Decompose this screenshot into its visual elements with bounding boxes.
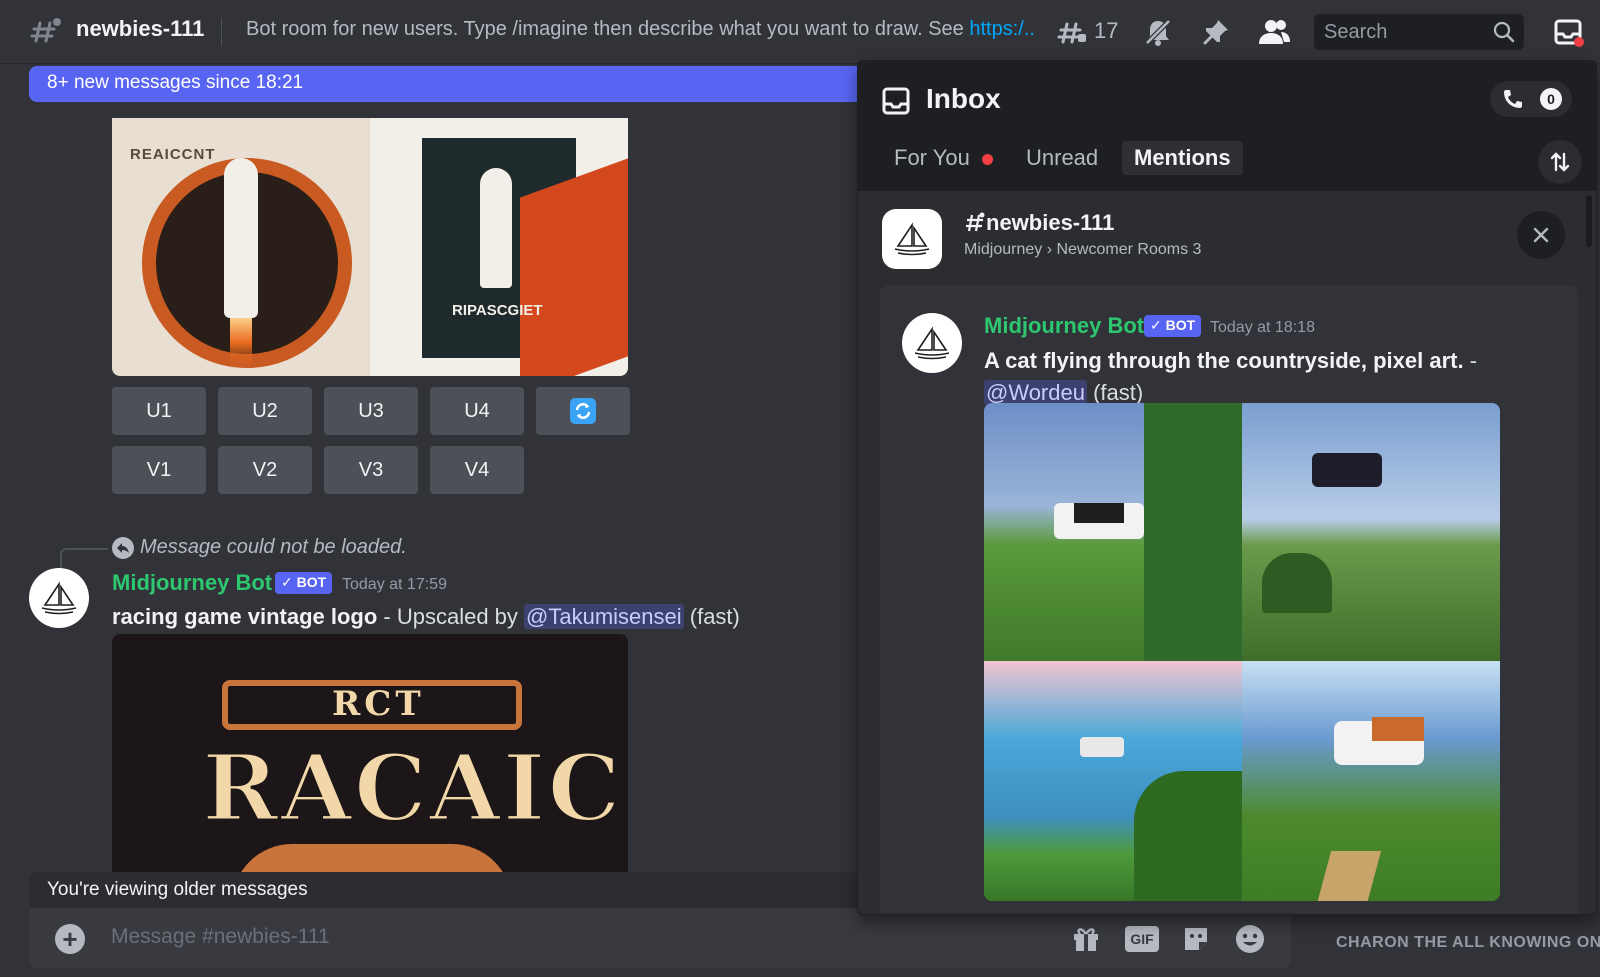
pixel-cat-grid-image[interactable] — [984, 403, 1500, 901]
sailboat-icon — [914, 326, 950, 360]
rocket-image-1: REAICCNT — [112, 118, 370, 376]
inbox-bot-badge: ✓ BOT — [1144, 315, 1202, 337]
topic-link[interactable]: https:/... — [969, 18, 1036, 40]
rocket-image-1-title: REAICCNT — [130, 146, 216, 163]
variation-2-button[interactable]: V2 — [218, 446, 312, 494]
inbox-header: Inbox 0 For You Unread Mentions — [858, 61, 1596, 191]
missed-calls-count: 0 — [1540, 88, 1562, 110]
notification-dot — [981, 153, 993, 165]
channel-topic-text: Bot room for new users. Type /imagine th… — [246, 18, 970, 40]
attach-plus-icon[interactable]: + — [55, 924, 85, 954]
variation-3-button[interactable]: V3 — [324, 446, 418, 494]
upscale-2-button[interactable]: U2 — [218, 387, 312, 435]
rocket-image-2: RIPASCGIET — [370, 118, 628, 376]
midjourney-bot-avatar[interactable] — [29, 568, 89, 628]
pin-icon[interactable] — [1198, 14, 1234, 50]
logo-main-text: RACAIC — [201, 733, 623, 844]
inbox-bot-avatar[interactable] — [902, 313, 962, 373]
muted-bell-icon[interactable] — [1140, 14, 1176, 50]
pixel-cat-image-4 — [1242, 661, 1500, 901]
inbox-message-author[interactable]: Midjourney Bot — [984, 313, 1144, 339]
logo-top-text: RCT — [332, 684, 425, 724]
inbox-popout: Inbox 0 For You Unread Mentions newbies-… — [857, 60, 1597, 915]
rocket-image-2-title: RIPASCGIET — [452, 302, 543, 319]
new-messages-banner[interactable]: 8+ new messages since 18:21 — [29, 66, 859, 102]
inbox-speed-text: (fast) — [1086, 380, 1144, 405]
channel-topic[interactable]: Bot room for new users. Type /imagine th… — [246, 18, 1036, 41]
message-composer[interactable]: + Message #newbies-111 GIF — [29, 908, 1291, 968]
gif-label: GIF — [1125, 926, 1159, 952]
tab-unread[interactable]: Unread — [1014, 141, 1110, 175]
inbox-scrollbar[interactable] — [1586, 195, 1592, 247]
search-icon — [1493, 21, 1515, 43]
inbox-message-timestamp: Today at 18:18 — [1210, 319, 1315, 336]
reply-icon — [112, 537, 134, 559]
header-divider — [221, 18, 222, 46]
tab-mentions[interactable]: Mentions — [1122, 141, 1243, 175]
reroll-button[interactable] — [536, 387, 630, 435]
gift-icon[interactable] — [1069, 922, 1103, 956]
thread-count: 17 — [1094, 18, 1119, 43]
member-role-header: CHARON THE ALL KNOWING ON — [1336, 934, 1600, 951]
inbox-channel-name[interactable]: newbies-111 — [964, 210, 1114, 236]
upscaled-by-text: - Upscaled by — [377, 604, 525, 629]
phone-icon — [1504, 90, 1522, 108]
inbox-dash: - — [1463, 348, 1478, 373]
upscale-3-button[interactable]: U3 — [324, 387, 418, 435]
bot-badge: ✓ BOT — [275, 572, 333, 594]
reply-connector — [60, 548, 108, 568]
older-messages-bar[interactable]: You're viewing older messages — [29, 872, 859, 908]
upscale-1-button[interactable]: U1 — [112, 387, 206, 435]
racing-logo-image[interactable]: RCT RACAIC — [112, 634, 628, 874]
message-content: racing game vintage logo - Upscaled by @… — [112, 604, 740, 630]
user-mention[interactable]: @Takumisensei — [524, 604, 684, 629]
inbox-channel-label: newbies-111 — [986, 210, 1115, 235]
sort-arrows-icon — [1550, 152, 1570, 172]
variation-4-button[interactable]: V4 — [430, 446, 524, 494]
inbox-icon[interactable] — [1550, 14, 1586, 50]
sticker-icon[interactable] — [1179, 922, 1213, 956]
tab-for-you-label: For You — [894, 145, 970, 170]
server-icon[interactable] — [882, 209, 942, 269]
composer-placeholder: Message #newbies-111 — [111, 925, 330, 948]
text-channel-hash-icon — [30, 18, 61, 43]
member-list-icon[interactable] — [1256, 14, 1292, 50]
refresh-icon — [570, 398, 596, 424]
channel-title: newbies-111 — [76, 16, 205, 41]
channel-header: newbies-111 Bot room for new users. Type… — [0, 0, 1600, 64]
prompt-text: racing game vintage logo — [112, 604, 378, 629]
inbox-title: Inbox — [926, 83, 1001, 114]
close-mention-button[interactable] — [1517, 211, 1565, 259]
sailboat-icon — [894, 222, 930, 256]
speed-text: (fast) — [683, 604, 740, 629]
inbox-message-content: A cat flying through the countryside, pi… — [984, 345, 1504, 409]
rocket-grid-image[interactable]: REAICCNT RIPASCGIET — [112, 118, 628, 376]
upscale-4-button[interactable]: U4 — [430, 387, 524, 435]
channel-hash-icon — [966, 212, 985, 232]
emoji-icon[interactable] — [1233, 922, 1267, 956]
variation-1-button[interactable]: V1 — [112, 446, 206, 494]
reply-notice[interactable]: Message could not be loaded. — [140, 536, 407, 559]
message-author[interactable]: Midjourney Bot — [112, 570, 272, 596]
inbox-channel-path[interactable]: Midjourney › Newcomer Rooms 3 — [964, 241, 1201, 259]
threads-icon[interactable] — [1054, 14, 1090, 50]
close-icon — [1533, 227, 1549, 243]
pixel-cat-image-2 — [1242, 403, 1500, 661]
missed-calls-pill[interactable]: 0 — [1490, 81, 1572, 117]
pixel-cat-image-1 — [984, 403, 1242, 661]
filter-sort-button[interactable] — [1538, 140, 1582, 184]
message-timestamp: Today at 17:59 — [342, 576, 447, 593]
tab-for-you[interactable]: For You — [882, 141, 1005, 175]
inbox-prompt-text: A cat flying through the countryside, pi… — [984, 348, 1464, 373]
search-placeholder: Search — [1324, 21, 1388, 43]
inbox-tray-icon — [882, 87, 910, 115]
search-input[interactable]: Search — [1314, 14, 1524, 50]
inbox-user-mention[interactable]: @Wordeu — [984, 380, 1087, 405]
pixel-cat-image-3 — [984, 661, 1242, 901]
sailboat-icon — [41, 581, 77, 615]
gif-button[interactable]: GIF — [1125, 922, 1159, 956]
